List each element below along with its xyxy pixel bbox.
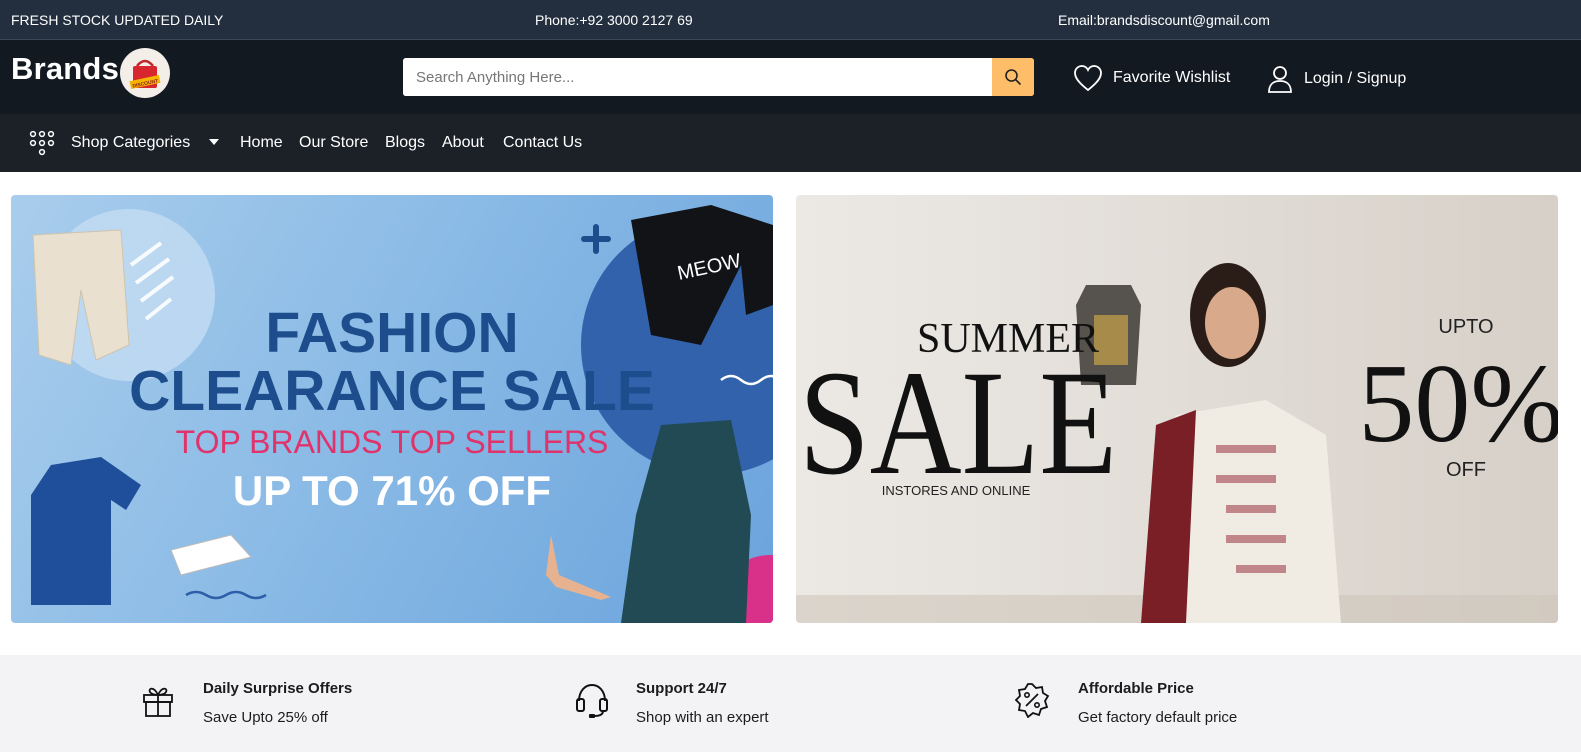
wishlist-label: Favorite Wishlist — [1113, 69, 1231, 86]
upto-text: UPTO — [1438, 316, 1493, 338]
gift-icon — [143, 687, 173, 717]
wishlist-link[interactable]: Favorite Wishlist — [1073, 64, 1230, 92]
fashion-clearance-banner[interactable]: MEOW FASHION CLEARANCE SALE TOP BRANDS T… — [11, 195, 773, 623]
discount-text: UP TO 71% OFF — [233, 467, 551, 514]
features-strip: Daily Surprise Offers Save Upto 25% off … — [0, 655, 1581, 752]
feature-title: Affordable Price — [1078, 680, 1194, 697]
login-link[interactable]: Login / Signup — [1266, 64, 1406, 94]
feature-title: Daily Surprise Offers — [203, 680, 353, 697]
top-brands-text: TOP BRANDS TOP SELLERS — [176, 424, 609, 460]
instores-text: INSTORES AND ONLINE — [882, 483, 1031, 498]
shop-categories-label: Shop Categories — [71, 134, 191, 151]
search-bar — [403, 58, 1034, 96]
summer-banner-art: SUMMER SALE INSTORES AND ONLINE UPTO 50%… — [796, 263, 1558, 623]
nav-contact-us[interactable]: Contact Us — [503, 134, 582, 152]
shop-categories-dropdown[interactable]: Shop Categories — [71, 134, 219, 152]
feature-subtitle: Save Upto 25% off — [203, 709, 328, 726]
clearance-title: CLEARANCE SALE — [129, 359, 655, 423]
summer-sale-banner[interactable]: SUMMER SALE INSTORES AND ONLINE UPTO 50%… — [796, 195, 1558, 623]
nav-our-store[interactable]: Our Store — [299, 134, 368, 152]
search-input[interactable] — [403, 58, 992, 96]
shopping-bag-logo-icon: DISCOUNT — [121, 49, 169, 97]
search-button[interactable] — [992, 58, 1034, 96]
nav-blogs[interactable]: Blogs — [385, 134, 425, 152]
grid-dots-icon — [29, 130, 55, 156]
heart-icon — [1074, 65, 1102, 92]
sale-title: SALE — [799, 340, 1117, 506]
caret-down-icon — [209, 139, 219, 145]
fashion-title: FASHION — [265, 301, 518, 365]
off-text: OFF — [1446, 459, 1486, 481]
main-header: Brands DISCOUNT Favorite Wishlist Lo — [0, 40, 1581, 114]
percent-text: 50% — [1358, 342, 1558, 466]
nav-home[interactable]: Home — [240, 134, 283, 152]
feature-subtitle: Get factory default price — [1078, 709, 1238, 726]
logo-badge[interactable]: DISCOUNT — [120, 48, 170, 98]
headset-icon — [576, 683, 608, 718]
logo-text[interactable]: Brands — [11, 51, 119, 87]
feature-subtitle: Shop with an expert — [636, 709, 769, 726]
fashion-banner-art: MEOW FASHION CLEARANCE SALE TOP BRANDS T… — [31, 205, 773, 623]
nav-about[interactable]: About — [442, 134, 484, 152]
feature-title: Support 24/7 — [636, 680, 727, 697]
user-icon — [1268, 66, 1292, 93]
email-text[interactable]: Email:brandsdiscount@gmail.com — [1058, 12, 1270, 28]
top-info-bar: FRESH STOCK UPDATED DAILY Phone:+92 3000… — [0, 0, 1581, 40]
main-nav: Shop Categories Home Our Store Blogs Abo… — [0, 114, 1581, 172]
search-icon — [1005, 69, 1021, 85]
stock-notice: FRESH STOCK UPDATED DAILY — [11, 12, 224, 28]
phone-text[interactable]: Phone:+92 3000 2127 69 — [535, 12, 693, 28]
login-label: Login / Signup — [1304, 70, 1407, 87]
discount-badge-icon — [1014, 683, 1050, 718]
